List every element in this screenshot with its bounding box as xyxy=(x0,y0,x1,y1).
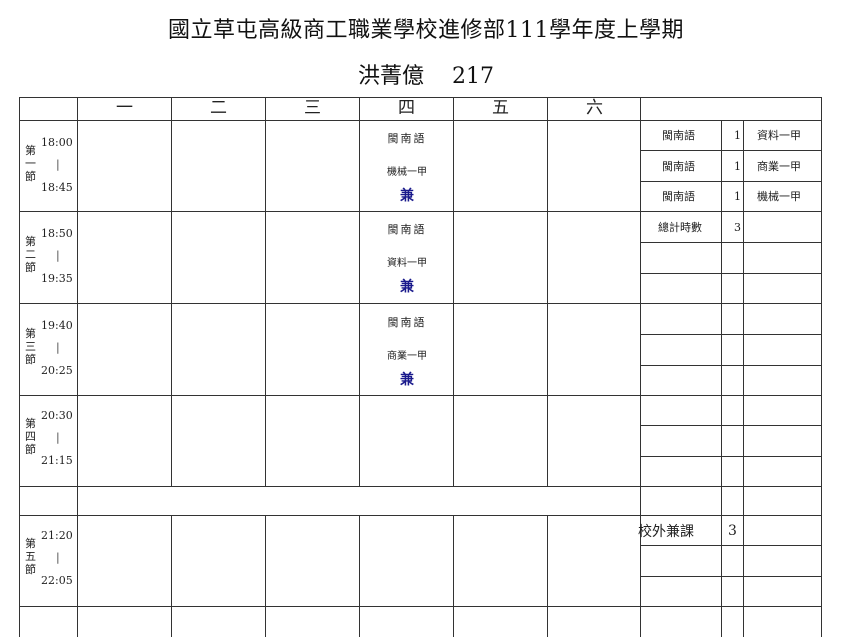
course-class: 資料一甲 xyxy=(387,258,427,269)
course-cell: 閩南語 機械一甲 兼 xyxy=(360,121,454,211)
column-rule xyxy=(265,97,266,486)
period-end: 20:25 xyxy=(41,364,73,377)
day-header: 二 xyxy=(210,98,227,118)
row-rule xyxy=(19,515,822,516)
column-rule xyxy=(265,515,266,637)
period-label-5: 第 五 節 21:20 | 22:05 xyxy=(20,516,76,606)
page-title: 國立草屯高級商工職業學校進修部111學年度上學期 xyxy=(168,18,684,43)
summary-rule xyxy=(640,576,822,577)
course-subject: 閩南語 xyxy=(387,132,427,145)
day-header: 一 xyxy=(116,98,133,118)
course-cell: 閩南語 資料一甲 兼 xyxy=(360,212,454,303)
period-start: 18:00 xyxy=(41,136,73,149)
column-rule xyxy=(547,515,548,637)
period-start: 20:30 xyxy=(41,409,73,422)
period-char: 第 xyxy=(25,417,36,430)
course-class: 機械一甲 xyxy=(387,167,427,178)
period-start: 19:40 xyxy=(41,319,73,332)
summary-subject: 閩南語 xyxy=(662,190,695,203)
period-label-2: 第 二 節 18:50 | 19:35 xyxy=(20,212,76,303)
day-header: 六 xyxy=(586,98,603,118)
external-teaching-value: 3 xyxy=(728,523,737,539)
timetable: 一 二 三 四 五 六 第 一 節 18:00 | 18:45 第 二 節 18… xyxy=(19,97,822,637)
day-header: 三 xyxy=(304,98,321,118)
summary-rule xyxy=(640,273,822,274)
period-end: 18:45 xyxy=(41,181,73,194)
external-teaching-label: 校外兼課 xyxy=(638,524,694,540)
summary-rule xyxy=(640,545,822,546)
column-rule xyxy=(171,97,172,486)
course-tag: 兼 xyxy=(400,372,414,388)
summary-column-rule xyxy=(743,120,744,637)
period-char: 第 xyxy=(25,235,36,248)
course-cell: 閩南語 商業一甲 兼 xyxy=(360,304,454,395)
period-separator: | xyxy=(56,158,60,171)
summary-hours: 1 xyxy=(734,190,741,203)
period-char: 節 xyxy=(25,443,36,456)
summary-class: 商業一甲 xyxy=(757,160,801,173)
period-label-4: 第 四 節 20:30 | 21:15 xyxy=(20,396,76,486)
summary-rule xyxy=(640,242,822,243)
period-char: 三 xyxy=(25,340,36,353)
row-rule xyxy=(19,395,822,396)
summary-class: 機械一甲 xyxy=(757,190,801,203)
summary-column-rule xyxy=(721,120,722,637)
period-start: 18:50 xyxy=(41,227,73,240)
course-class: 商業一甲 xyxy=(387,351,427,362)
summary-rule xyxy=(640,181,822,182)
period-char: 節 xyxy=(25,261,36,274)
period-char: 第 xyxy=(25,327,36,340)
summary-rule xyxy=(640,425,822,426)
table-border-right xyxy=(821,97,822,637)
period-char: 一 xyxy=(25,157,36,170)
period-start: 21:20 xyxy=(41,529,73,542)
course-tag: 兼 xyxy=(400,188,414,204)
column-rule xyxy=(640,97,641,637)
period-char: 節 xyxy=(25,563,36,576)
period-char: 節 xyxy=(25,170,36,183)
summary-rule xyxy=(640,365,822,366)
period-label-1: 第 一 節 18:00 | 18:45 xyxy=(20,121,76,211)
column-rule xyxy=(77,97,78,637)
summary-hours: 1 xyxy=(734,129,741,142)
period-char: 四 xyxy=(25,430,36,443)
period-char: 五 xyxy=(25,550,36,563)
row-rule xyxy=(19,486,822,487)
summary-hours: 1 xyxy=(734,160,741,173)
day-header: 四 xyxy=(398,98,415,118)
period-char: 節 xyxy=(25,353,36,366)
period-end: 21:15 xyxy=(41,454,73,467)
summary-rule xyxy=(640,456,822,457)
period-char: 第 xyxy=(25,144,36,157)
period-separator: | xyxy=(56,249,60,262)
total-hours-label: 總計時數 xyxy=(658,221,702,234)
summary-subject: 閩南語 xyxy=(662,160,695,173)
room-number: 217 xyxy=(452,64,494,89)
course-subject: 閩南語 xyxy=(387,316,427,329)
summary-rule xyxy=(640,150,822,151)
period-separator: | xyxy=(56,431,60,444)
summary-subject: 閩南語 xyxy=(662,129,695,142)
period-end: 22:05 xyxy=(41,574,73,587)
column-rule xyxy=(453,515,454,637)
period-char: 第 xyxy=(25,537,36,550)
column-rule xyxy=(359,515,360,637)
teacher-name: 洪菁億 xyxy=(357,64,424,89)
period-separator: | xyxy=(56,341,60,354)
summary-rule xyxy=(640,334,822,335)
course-tag: 兼 xyxy=(400,279,414,295)
column-rule xyxy=(547,97,548,486)
column-rule xyxy=(171,515,172,637)
period-label-3: 第 三 節 19:40 | 20:25 xyxy=(20,304,76,395)
day-header: 五 xyxy=(492,98,509,118)
period-separator: | xyxy=(56,551,60,564)
teacher-line: 洪菁億 217 xyxy=(0,58,852,90)
course-subject: 閩南語 xyxy=(387,223,427,236)
summary-class: 資料一甲 xyxy=(757,129,801,142)
period-end: 19:35 xyxy=(41,272,73,285)
total-hours-value: 3 xyxy=(734,221,741,234)
period-char: 二 xyxy=(25,248,36,261)
row-rule xyxy=(19,606,822,607)
